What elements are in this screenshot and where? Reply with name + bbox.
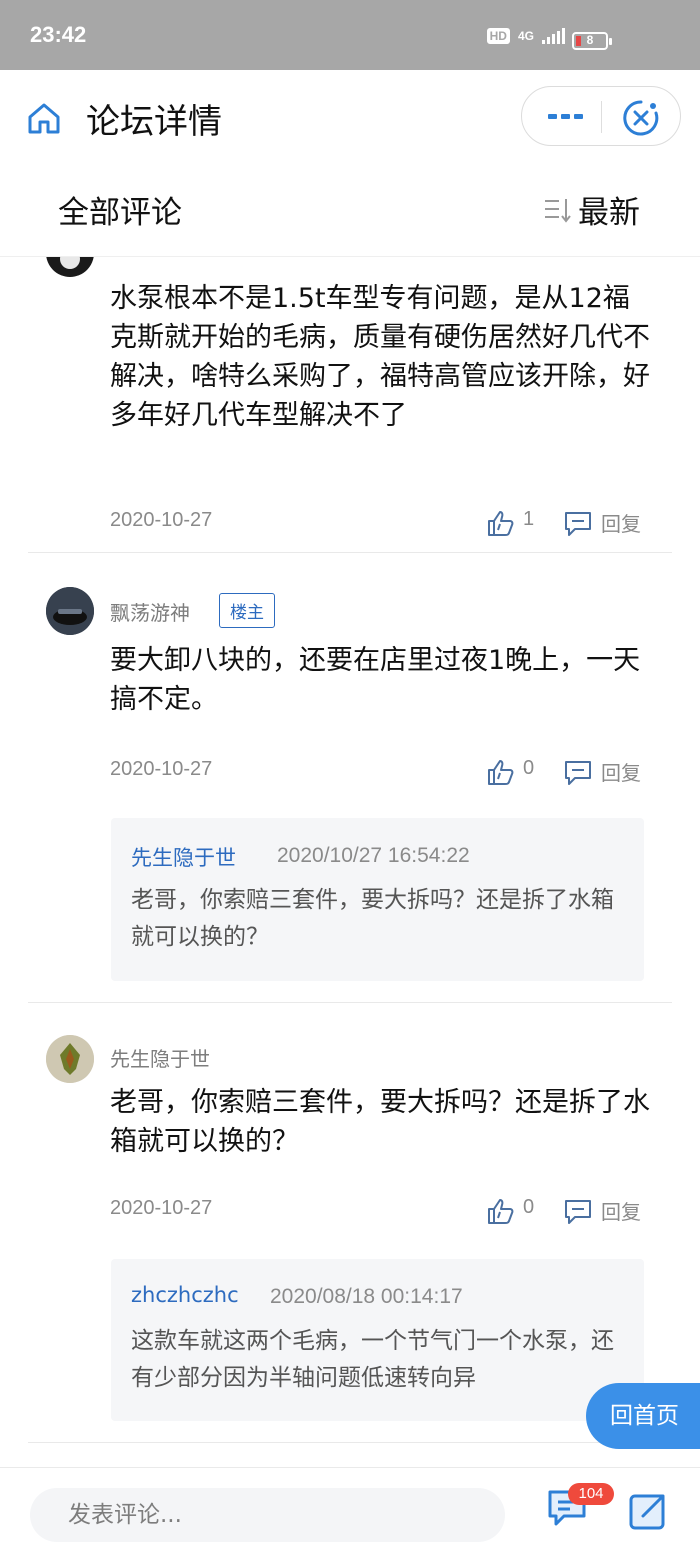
home-icon[interactable] [26,100,62,136]
mini-program-capsule [521,86,681,146]
comment-content: 要大卸八块的，还要在店里过夜1晚上，一天搞不定。 [110,645,641,715]
reply-label: 回复 [601,512,641,536]
reply-icon [565,761,591,785]
divider [28,1442,672,1443]
hd-icon: HD [486,28,510,44]
quoted-time: 2020/08/18 00:14:17 [270,1285,463,1308]
comment-date: 2020-10-27 [110,509,213,531]
reply-icon [565,1200,591,1224]
status-bar: 23:42 HD 4G 8 [0,0,700,70]
status-time: 23:42 [30,22,87,47]
quoted-reply[interactable]: zhczhczhc 2020/08/18 00:14:17 这款车就这两个毛病，… [111,1259,644,1421]
thumbs-up-icon [488,1199,514,1224]
comment-date: 2020-10-27 [110,758,213,780]
comment-item: 水泵根本不是1.5t车型专有问题，是从12福克斯就开始的毛病，质量有硬伤居然好几… [0,257,700,553]
avatar[interactable] [46,1035,94,1083]
network-label: 4G [517,29,534,43]
comment-list[interactable]: 水泵根本不是1.5t车型专有问题，是从12福克斯就开始的毛病，质量有硬伤居然好几… [0,257,700,1467]
comments-sort-bar: 全部评论 最新 [0,165,700,257]
section-title: 全部评论 [58,195,182,231]
comment-content: 水泵根本不是1.5t车型专有问题，是从12福克斯就开始的毛病，质量有硬伤居然好几… [110,283,650,431]
quoted-text: 这款车就这两个毛病，一个节气门一个水泵，还有少部分因为半轴问题低速转向异 [131,1328,614,1391]
like-button[interactable]: 0 [485,1196,534,1226]
like-count: 0 [523,1196,535,1218]
sort-option-latest[interactable]: 最新 [578,187,640,232]
quoted-username[interactable]: zhczhczhc [131,1283,239,1307]
reply-button[interactable]: 回复 [563,508,641,538]
avatar[interactable] [46,587,94,635]
quoted-time: 2020/10/27 16:54:22 [277,844,470,867]
like-button[interactable]: 0 [485,757,534,787]
comment-item: 飘荡游神 楼主 要大卸八块的，还要在店里过夜1晚上，一天搞不定。 2020-10… [0,553,700,1003]
back-to-home-button[interactable]: 回首页 [586,1383,700,1449]
comment-item: 先生隐于世 老哥，你索赔三套件，要大拆吗？还是拆了水箱就可以换的？ 2020-1… [0,1003,700,1443]
thumbs-up-icon [488,511,514,536]
quoted-reply[interactable]: 先生隐于世 2020/10/27 16:54:22 老哥，你索赔三套件，要大拆吗… [111,818,644,981]
thumbs-up-icon [488,760,514,785]
close-icon[interactable] [622,99,660,137]
header: 论坛详情 [0,70,700,165]
quoted-username[interactable]: 先生隐于世 [131,842,236,872]
reply-button[interactable]: 回复 [563,1196,641,1226]
avatar[interactable] [46,257,94,277]
comment-count-badge: 104 [568,1483,614,1505]
signal-icon [542,28,565,44]
sort-icon[interactable] [543,195,573,225]
like-count: 1 [523,508,535,530]
comment-username[interactable]: 飘荡游神 [110,597,190,626]
battery-icon: 8 [572,32,612,50]
more-icon[interactable] [546,105,586,129]
share-icon[interactable] [627,1488,671,1532]
like-count: 0 [523,757,535,779]
page-title: 论坛详情 [86,102,222,142]
reply-label: 回复 [601,1200,641,1224]
comment-username[interactable]: 先生隐于世 [110,1043,210,1072]
comment-content: 老哥，你索赔三套件，要大拆吗？还是拆了水箱就可以换的？ [110,1087,650,1157]
bottom-bar: 104 [0,1467,700,1560]
reply-icon [565,512,591,536]
capsule-divider [601,101,602,133]
comment-input[interactable] [30,1488,505,1542]
reply-button[interactable]: 回复 [563,757,641,787]
comment-date: 2020-10-27 [110,1197,213,1219]
like-button[interactable]: 1 [485,508,534,538]
reply-label: 回复 [601,761,641,785]
battery-level: 8 [586,33,594,47]
op-badge: 楼主 [219,593,275,628]
quoted-text: 老哥，你索赔三套件，要大拆吗？还是拆了水箱就可以换的？ [131,887,614,950]
status-icons: HD 4G [486,28,565,44]
